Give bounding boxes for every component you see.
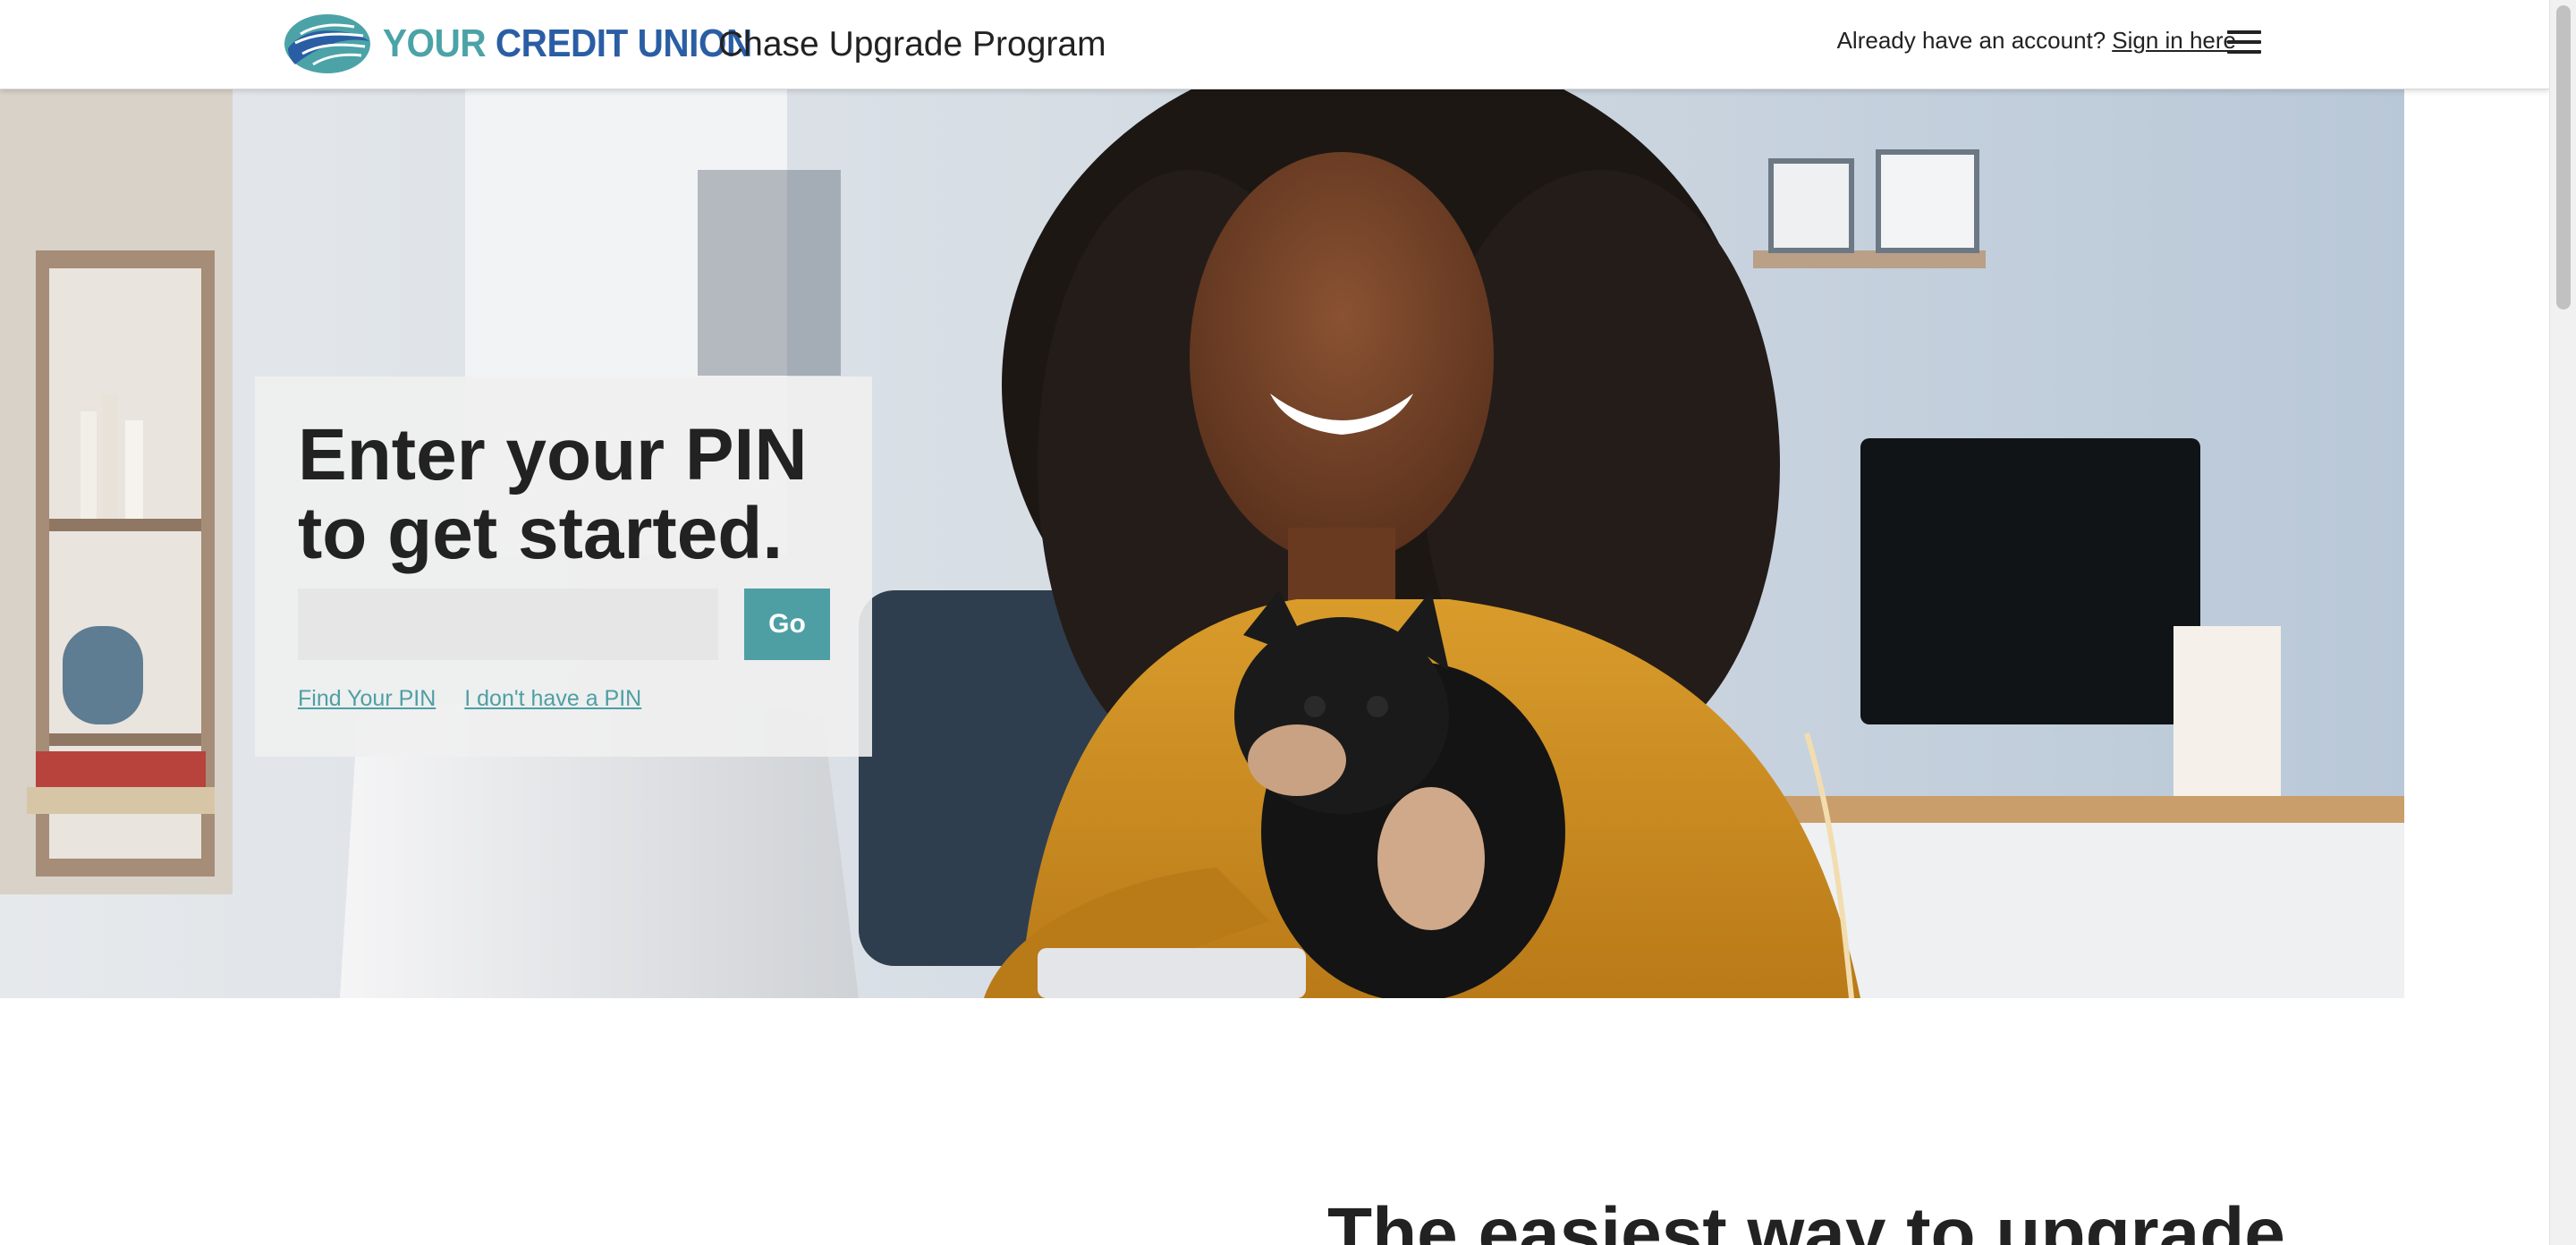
account-prompt-text: Already have an account? — [1836, 27, 2106, 54]
sign-in-link[interactable]: Sign in here — [2112, 27, 2236, 55]
no-pin-link[interactable]: I don't have a PIN — [464, 686, 641, 712]
menu-bar-middle — [2227, 40, 2261, 44]
pin-heading: Enter your PIN to get started. — [298, 416, 852, 573]
hamburger-menu-icon[interactable] — [2227, 30, 2261, 55]
pin-input[interactable] — [298, 589, 718, 660]
hero-section: Enter your PIN to get started. Go Find Y… — [0, 89, 2404, 998]
site-header: YOUR CREDIT UNION Chase Upgrade Program … — [0, 0, 2549, 89]
menu-bar-bottom — [2227, 50, 2261, 54]
find-your-pin-link[interactable]: Find Your PIN — [298, 686, 436, 712]
pin-heading-line1: Enter your PIN — [298, 414, 808, 495]
scrollbar-thumb[interactable] — [2556, 5, 2571, 309]
menu-bar-top — [2227, 30, 2261, 34]
logo-wordmark: YOUR CREDIT UNION — [383, 13, 752, 75]
pin-entry-card: Enter your PIN to get started. Go Find Y… — [255, 377, 872, 757]
handshake-logo-icon — [284, 14, 370, 73]
account-prompt-area: Already have an account? Sign in here — [1837, 27, 2236, 55]
pin-help-links: Find Your PIN I don't have a PIN — [298, 686, 641, 712]
program-title: Chase Upgrade Program — [718, 25, 1106, 64]
pin-heading-line2: to get started. — [298, 493, 784, 574]
section-heading: The easiest way to upgrade — [1327, 1193, 2285, 1245]
page-scrollbar[interactable] — [2549, 0, 2576, 1245]
credit-union-logo[interactable]: YOUR CREDIT UNION — [283, 13, 784, 75]
logo-word-credit-union: CREDIT UNION — [495, 21, 752, 65]
logo-word-your: YOUR — [383, 21, 487, 65]
go-button[interactable]: Go — [744, 589, 830, 660]
